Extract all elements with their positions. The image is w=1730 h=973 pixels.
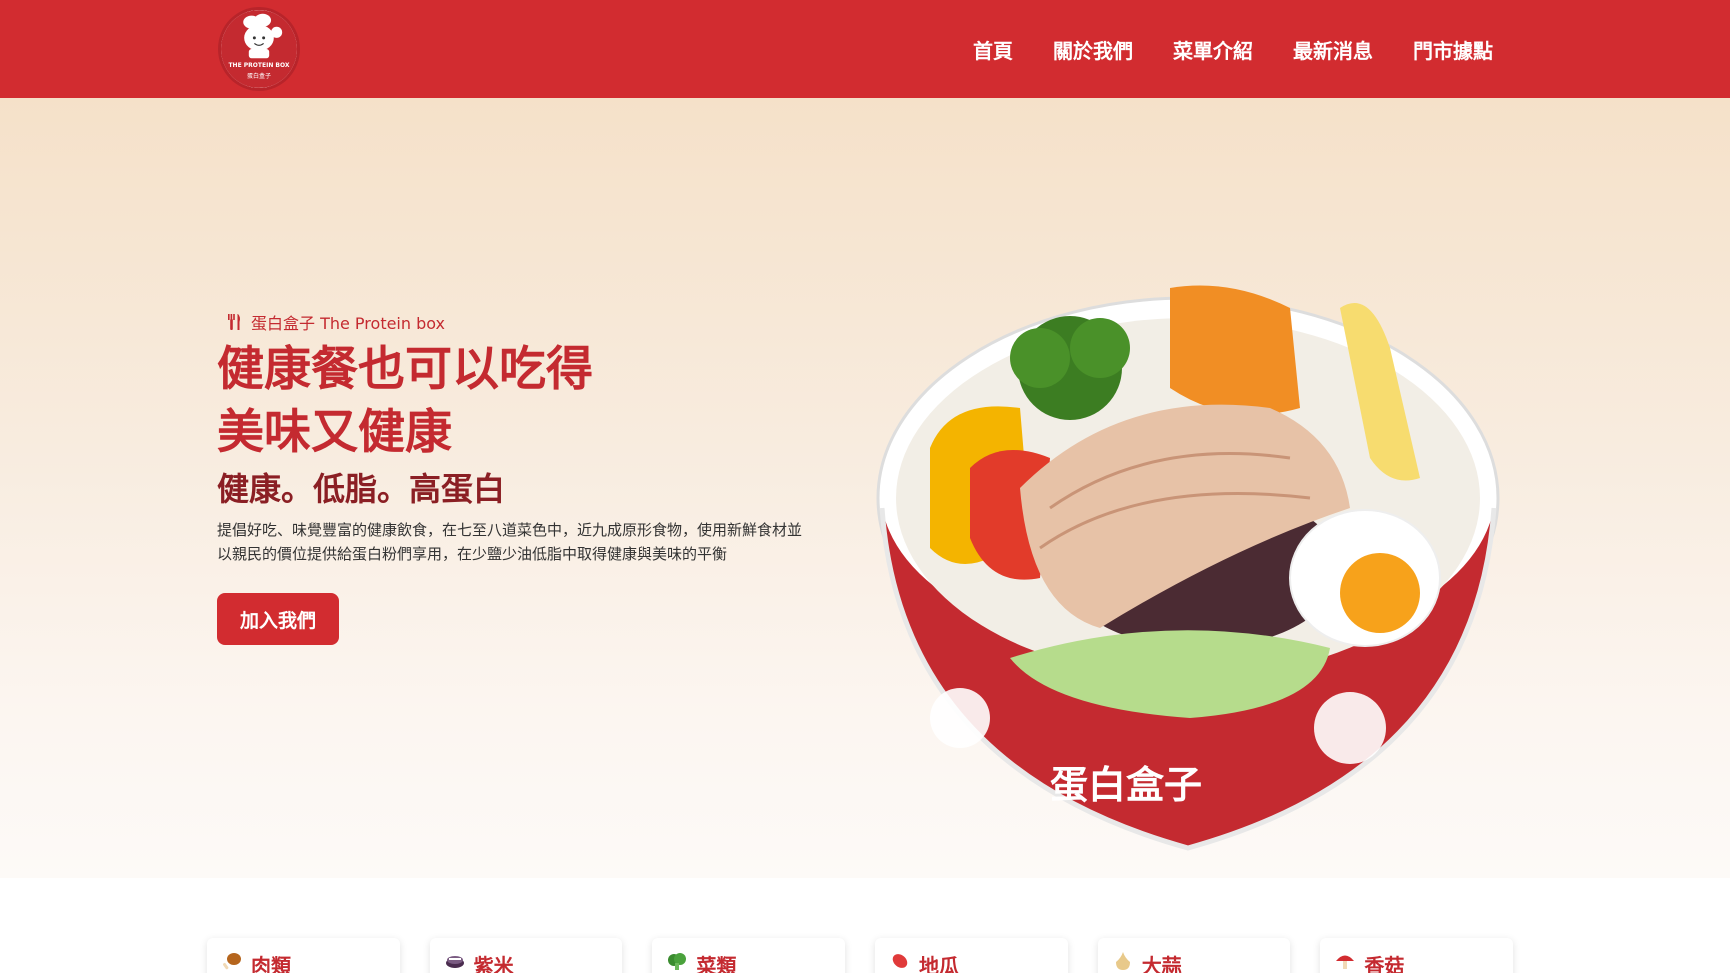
hero-section: 蛋白盒子 The Protein box 健康餐也可以吃得 美味又健康 健康。低… [0,98,1730,878]
hero-tagline-text: 蛋白盒子 The Protein box [251,314,446,333]
category-meat[interactable]: 肉類 [207,938,400,973]
category-label: 肉類 [251,954,291,973]
utensils-icon [228,314,240,330]
bowl-illustration: 蛋白盒子 [876,285,1500,851]
category-purple-rice[interactable]: 紫米 [429,938,623,973]
category-label: 菜類 [696,954,737,973]
hero-tagline: 蛋白盒子 The Protein box [225,310,445,334]
hero-description: 提倡好吃、味覺豐富的健康飲食，在七至八道菜色中，近九成原形食物，使用新鮮食材並 … [217,518,847,566]
logo-subtext: 蛋白盒子 [246,73,271,80]
garlic-icon [1115,952,1130,970]
nav-home[interactable]: 首頁 [973,35,1013,64]
hero-description-line-1: 提倡好吃、味覺豐富的健康飲食，在七至八道菜色中，近九成原形食物，使用新鮮食材並 [217,521,803,539]
sweet-potato-icon [892,954,908,968]
category-mushroom[interactable]: 香菇 [1320,938,1514,973]
vegetable-icon [668,953,687,970]
nav-menu[interactable]: 菜單介紹 [1173,35,1253,64]
top-navbar: THE PROTEIN BOX 蛋白盒子 首頁 關於我們 菜單介紹 最新消息 門… [0,0,1730,98]
category-sweet-potato[interactable]: 地瓜 [875,938,1068,973]
nav-news[interactable]: 最新消息 [1293,35,1373,64]
nav-stores[interactable]: 門市據點 [1413,35,1493,64]
category-garlic[interactable]: 大蒜 [1097,938,1291,973]
meat-icon [223,953,241,970]
main-menu: 首頁 關於我們 菜單介紹 最新消息 門市據點 [973,0,1493,98]
logo-text: THE PROTEIN BOX [228,62,290,69]
category-label: 大蒜 [1141,954,1182,973]
nav-about[interactable]: 關於我們 [1053,35,1133,64]
category-label: 紫米 [473,954,514,973]
protein-bowl-image: 蛋白盒子 [870,208,1510,858]
hero-headline-line-2: 美味又健康 [217,405,452,460]
mushroom-icon [1336,955,1355,969]
category-vegetable[interactable]: 菜類 [652,938,846,973]
brand-logo[interactable]: THE PROTEIN BOX 蛋白盒子 [218,7,300,91]
hero-headline: 健康餐也可以吃得 美味又健康 [217,338,593,464]
join-us-button[interactable]: 加入我們 [217,593,339,645]
category-strip: 肉類 紫米 菜類 地瓜 大蒜 香菇 [207,938,1514,973]
hero-headline-line-1: 健康餐也可以吃得 [217,342,593,397]
category-label: 地瓜 [919,954,960,973]
rice-icon [445,956,464,968]
hero-subhead: 健康。低脂。高蛋白 [217,470,506,508]
category-label: 香菇 [1364,954,1405,973]
bowl-label-text: 蛋白盒子 [1050,763,1202,807]
hero-description-line-2: 以親民的價位提供給蛋白粉們享用，在少鹽少油低脂中取得健康與美味的平衡 [217,545,728,563]
